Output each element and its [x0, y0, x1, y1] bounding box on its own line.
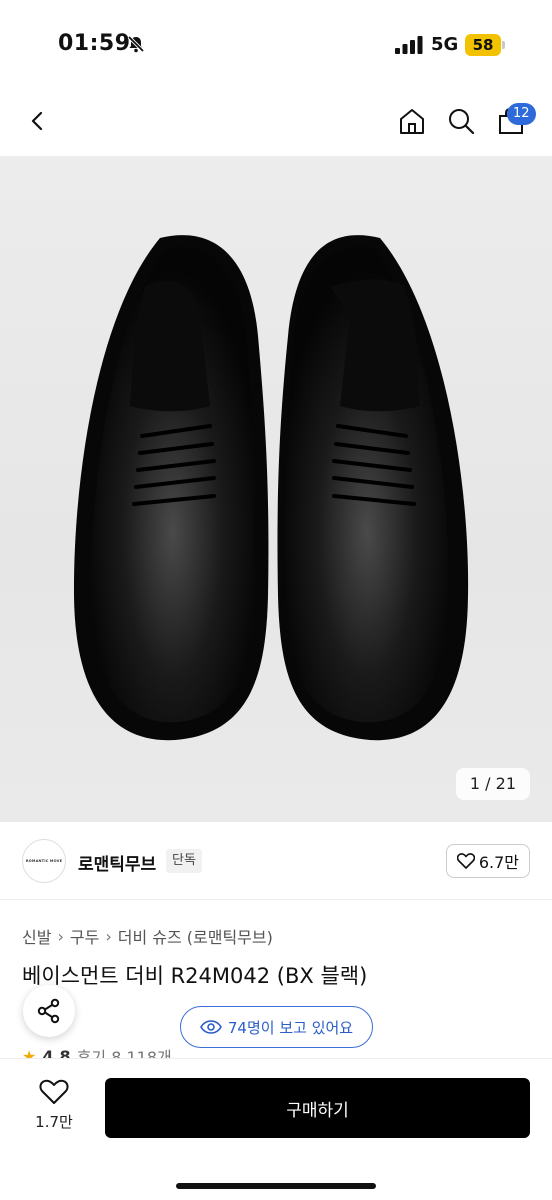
heart-icon [39, 1079, 69, 1104]
home-indicator [176, 1183, 376, 1189]
heart-icon [456, 853, 475, 869]
nav-bar [0, 88, 552, 156]
home-icon [400, 109, 424, 134]
breadcrumb: 신발 › 구두 › 더비 슈즈 (로맨틱무브) [22, 924, 273, 948]
battery-badge: 58 [465, 34, 501, 56]
exclusive-badge: 단독 [166, 849, 202, 873]
brand-like-count: 6.7만 [478, 853, 519, 872]
breadcrumb-chevron-icon: › [57, 926, 64, 946]
breadcrumb-chevron-icon: › [105, 926, 112, 946]
breadcrumb-item[interactable]: 더비 슈즈 (로맨틱무브) [118, 924, 273, 948]
share-button[interactable] [23, 985, 75, 1037]
back-button[interactable] [18, 101, 58, 141]
status-time: 01:59 [58, 31, 131, 56]
brand-like-button[interactable]: 6.7만 [445, 844, 530, 878]
breadcrumb-item[interactable]: 구두 [70, 924, 99, 948]
product-title: 베이스먼트 더비 R24M042 (BX 블랙) [22, 964, 368, 988]
buy-button[interactable]: 구매하기 [105, 1078, 530, 1138]
chevron-left-icon [31, 111, 43, 131]
right-shoe [277, 235, 469, 741]
image-counter[interactable]: 1 / 21 [455, 768, 530, 800]
battery-tip [502, 41, 505, 49]
signal-icon [395, 36, 423, 54]
search-icon [449, 109, 475, 135]
brand-row[interactable]: ROMANTIC MOVE 로맨틱무브 단독 6.7만 [0, 822, 552, 900]
brand-name[interactable]: 로맨틱무브 [78, 850, 156, 875]
viewers-label: 74명이 보고 있어요 [227, 1018, 354, 1037]
wishlist-count: 1.7만 [35, 1113, 73, 1131]
status-bar: 01:59 5G 58 [0, 0, 552, 88]
search-button[interactable] [441, 101, 481, 141]
share-icon [37, 998, 60, 1024]
left-shoe [73, 235, 269, 741]
bell-muted-icon [127, 35, 145, 53]
brand-logo-text: ROMANTIC MOVE [25, 859, 63, 863]
brand-logo[interactable]: ROMANTIC MOVE [22, 839, 66, 883]
viewers-badge: 74명이 보고 있어요 [180, 1006, 373, 1048]
wishlist-button[interactable]: 1.7만 [24, 1079, 84, 1132]
home-button[interactable] [392, 101, 432, 141]
network-label: 5G [431, 34, 459, 55]
cart-count-badge: 12 [507, 103, 536, 125]
shoes-illustration [73, 235, 469, 741]
bottom-action-bar: 1.7만 구매하기 [0, 1058, 552, 1200]
eye-icon [199, 1020, 222, 1034]
product-image[interactable]: 1 / 21 [0, 156, 552, 822]
breadcrumb-item[interactable]: 신발 [22, 924, 51, 948]
